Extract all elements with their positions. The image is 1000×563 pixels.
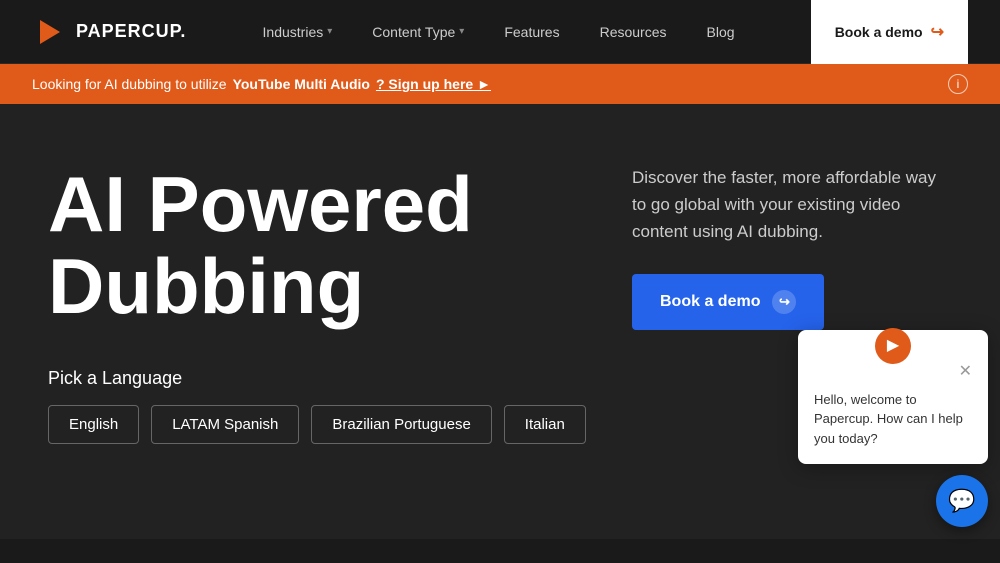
lang-brazilian-portuguese[interactable]: Brazilian Portuguese <box>311 405 491 444</box>
chevron-down-icon: ▾ <box>327 26 332 37</box>
chat-icon: 💬 <box>948 488 975 514</box>
navbar: PAPERCUP. Industries ▾ Content Type ▾ Fe… <box>0 0 1000 64</box>
pick-language-label: Pick a Language <box>48 368 612 389</box>
banner-text: Looking for AI dubbing to utilize YouTub… <box>32 76 491 92</box>
lang-latam-spanish[interactable]: LATAM Spanish <box>151 405 299 444</box>
nav-blog[interactable]: Blog <box>691 16 751 48</box>
logo[interactable]: PAPERCUP. <box>32 14 186 50</box>
logo-icon <box>32 14 68 50</box>
papercup-avatar-icon: ▶ <box>887 334 899 358</box>
chevron-down-icon: ▾ <box>459 26 464 37</box>
arrow-icon: ↪ <box>772 290 796 314</box>
lang-english[interactable]: English <box>48 405 139 444</box>
chat-popup: ▶ ✕ Hello, welcome to Papercup. How can … <box>798 330 988 465</box>
chat-popup-top: ▶ <box>814 346 972 364</box>
nav-features[interactable]: Features <box>488 16 575 48</box>
chat-close-button[interactable]: ✕ <box>959 364 972 380</box>
chat-popup-header: ✕ <box>814 364 972 380</box>
hero-section: AI Powered Dubbing Pick a Language Engli… <box>0 104 1000 539</box>
nav-content-type[interactable]: Content Type ▾ <box>356 16 480 48</box>
hero-description: Discover the faster, more affordable way… <box>632 164 952 246</box>
logo-text: PAPERCUP. <box>76 21 186 42</box>
chat-greeting: Hello, welcome to Papercup. How can I he… <box>814 390 972 449</box>
arrow-icon: ↪ <box>931 22 944 42</box>
language-buttons: English LATAM Spanish Brazilian Portugue… <box>48 405 612 444</box>
info-icon[interactable]: i <box>948 74 968 94</box>
nav-industries[interactable]: Industries ▾ <box>247 16 349 48</box>
lang-italian[interactable]: Italian <box>504 405 586 444</box>
nav-resources[interactable]: Resources <box>584 16 683 48</box>
hero-left: AI Powered Dubbing Pick a Language Engli… <box>48 144 612 444</box>
hero-book-demo-button[interactable]: Book a demo ↪ <box>632 274 824 330</box>
banner-signup-link[interactable]: ? Sign up here ► <box>376 76 491 92</box>
language-picker: Pick a Language English LATAM Spanish Br… <box>48 368 612 444</box>
hero-right: Discover the faster, more affordable way… <box>612 144 952 330</box>
chat-bubble-button[interactable]: 💬 <box>936 475 988 527</box>
book-demo-button[interactable]: Book a demo ↪ <box>811 0 968 64</box>
announcement-banner: Looking for AI dubbing to utilize YouTub… <box>0 64 1000 104</box>
nav-links: Industries ▾ Content Type ▾ Features Res… <box>247 16 751 48</box>
chat-avatar: ▶ <box>875 328 911 364</box>
hero-title: AI Powered Dubbing <box>48 164 612 328</box>
